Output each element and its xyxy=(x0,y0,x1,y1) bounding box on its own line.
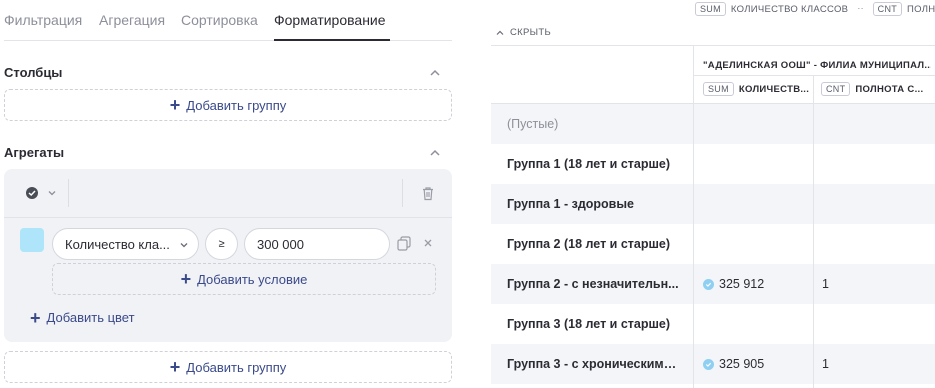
table-row[interactable]: Группа 1 - здоровые xyxy=(491,184,935,224)
cnt-chip: CNT xyxy=(821,82,851,96)
tab-filtering[interactable]: Фильтрация xyxy=(4,12,82,28)
check-circle-icon[interactable] xyxy=(25,186,39,200)
operator-select[interactable]: ≥ xyxy=(205,228,238,260)
sum-value: 325 905 xyxy=(719,357,765,371)
chevron-down-icon[interactable] xyxy=(46,187,58,199)
table-row[interactable]: (Пустые) xyxy=(491,104,935,144)
add-color-button[interactable]: + Добавить цвет xyxy=(30,307,135,328)
columns-add-group-button[interactable]: + Добавить группу xyxy=(4,89,452,121)
table-row[interactable]: Группа 2 (18 лет и старше) xyxy=(491,224,935,264)
tab-bar: Фильтрация Агрегация Сортировка Форматир… xyxy=(4,0,452,41)
sum-cell[interactable]: 325 912 xyxy=(703,277,764,291)
row-label: Группа 3 (18 лет и старше) xyxy=(507,317,671,331)
cnt-cell[interactable]: 1 xyxy=(822,277,829,291)
row-label: Группа 2 - с незначительн... xyxy=(507,277,679,291)
copy-icon[interactable] xyxy=(396,235,412,251)
field-select-value: Количество кла... xyxy=(65,236,170,252)
hide-label: СКРЫТЬ xyxy=(510,27,551,38)
sum-chip[interactable]: SUM xyxy=(695,2,726,16)
rule-header xyxy=(4,169,452,218)
close-icon[interactable] xyxy=(422,237,434,249)
plus-icon: + xyxy=(180,269,192,289)
field-select[interactable]: Количество кла... xyxy=(52,228,199,260)
sum-chip: SUM xyxy=(703,82,734,96)
row-label: Группа 2 (18 лет и старше) xyxy=(507,237,671,251)
add-group-label: Добавить группу xyxy=(186,97,287,113)
aggregates-section-title: Агрегаты xyxy=(4,145,65,160)
highlight-check-icon xyxy=(703,278,714,290)
trash-icon[interactable] xyxy=(421,186,435,201)
add-group-label: Добавить группу xyxy=(186,359,287,375)
column-group-header-label: "АДЕЛИНСКАЯ ООШ" - ФИЛИА МУНИЦИПАЛ... xyxy=(703,60,931,71)
grid-line xyxy=(693,75,935,76)
grid-line xyxy=(693,104,694,388)
threshold-input[interactable]: 300 000 xyxy=(244,228,390,260)
table-row[interactable]: Группа 1 (18 лет и старше) xyxy=(491,144,935,184)
chevron-up-icon[interactable] xyxy=(428,66,442,80)
row-label: Группа 3 - с хроническими ... xyxy=(507,357,679,371)
aggregates-add-group-button[interactable]: + Добавить группу xyxy=(4,351,452,383)
row-label: (Пустые) xyxy=(507,117,559,131)
column-header-sum[interactable]: SUM КОЛИЧЕСТВ... xyxy=(703,82,809,96)
row-label: Группа 1 (18 лет и старше) xyxy=(507,157,671,171)
add-color-label: Добавить цвет xyxy=(46,310,135,325)
hide-toggle[interactable]: СКРЫТЬ xyxy=(495,27,551,38)
divider xyxy=(402,179,403,207)
columns-section-title: Столбцы xyxy=(4,65,63,80)
grid-line xyxy=(813,104,814,388)
value-field-label[interactable]: ПОЛНО xyxy=(907,4,935,15)
column-header-label: ПОЛНОТА С... xyxy=(855,83,924,95)
color-swatch[interactable] xyxy=(20,228,44,252)
tab-formatting[interactable]: Форматирование xyxy=(274,12,386,28)
operator-value: ≥ xyxy=(218,238,225,250)
highlight-check-icon xyxy=(703,358,714,370)
active-tab-indicator xyxy=(274,39,390,41)
add-condition-label: Добавить условие xyxy=(197,271,308,287)
sum-cell[interactable]: 325 905 xyxy=(703,357,764,371)
plus-icon: + xyxy=(30,307,41,328)
formatting-panel: Фильтрация Агрегация Сортировка Форматир… xyxy=(0,0,468,388)
chevron-up-icon xyxy=(496,30,504,35)
value-fields-bar: SUM КОЛИЧЕСТВО КЛАССОВ ⋅⋅ CNT ПОЛНО xyxy=(695,2,935,16)
grid-line xyxy=(491,45,935,46)
divider xyxy=(68,179,69,207)
aggregate-rule-card: Количество кла... ≥ 300 000 + Добавить у… xyxy=(4,169,452,342)
value-field-label[interactable]: КОЛИЧЕСТВО КЛАССОВ xyxy=(731,4,848,15)
app-root: { "tabs": [ {"label": "Фильтрация"}, {"l… xyxy=(0,0,935,388)
column-group-header[interactable]: "АДЕЛИНСКАЯ ООШ" - ФИЛИА МУНИЦИПАЛ... xyxy=(703,55,931,73)
cnt-cell[interactable]: 1 xyxy=(822,357,829,371)
panel-gutter xyxy=(468,0,491,388)
pivot-grid: SUM КОЛИЧЕСТВО КЛАССОВ ⋅⋅ CNT ПОЛНО СКРЫ… xyxy=(491,0,935,388)
chevron-up-icon[interactable] xyxy=(428,146,442,160)
column-header-label: КОЛИЧЕСТВ... xyxy=(738,83,810,95)
row-label: Группа 1 - здоровые xyxy=(507,197,634,211)
table-row[interactable]: Группа 2 - с незначительн... 325 912 1 xyxy=(491,264,935,304)
tab-aggregation[interactable]: Агрегация xyxy=(99,12,165,28)
table-row[interactable]: Группа 3 (18 лет и старше) xyxy=(491,304,935,344)
chevron-down-icon xyxy=(180,243,188,248)
sum-value: 325 912 xyxy=(719,277,765,291)
drag-dots-icon[interactable]: ⋅⋅ xyxy=(857,4,863,15)
plus-icon: + xyxy=(169,95,181,115)
table-row[interactable]: Группа 3 - с хроническими ... 325 905 1 xyxy=(491,344,935,384)
column-header-cnt[interactable]: CNT ПОЛНОТА С... xyxy=(821,82,923,96)
threshold-value: 300 000 xyxy=(257,236,304,252)
add-condition-button[interactable]: + Добавить условие xyxy=(52,263,436,295)
plus-icon: + xyxy=(169,357,181,377)
tab-sorting[interactable]: Сортировка xyxy=(181,12,258,28)
cnt-chip[interactable]: CNT xyxy=(872,2,903,16)
